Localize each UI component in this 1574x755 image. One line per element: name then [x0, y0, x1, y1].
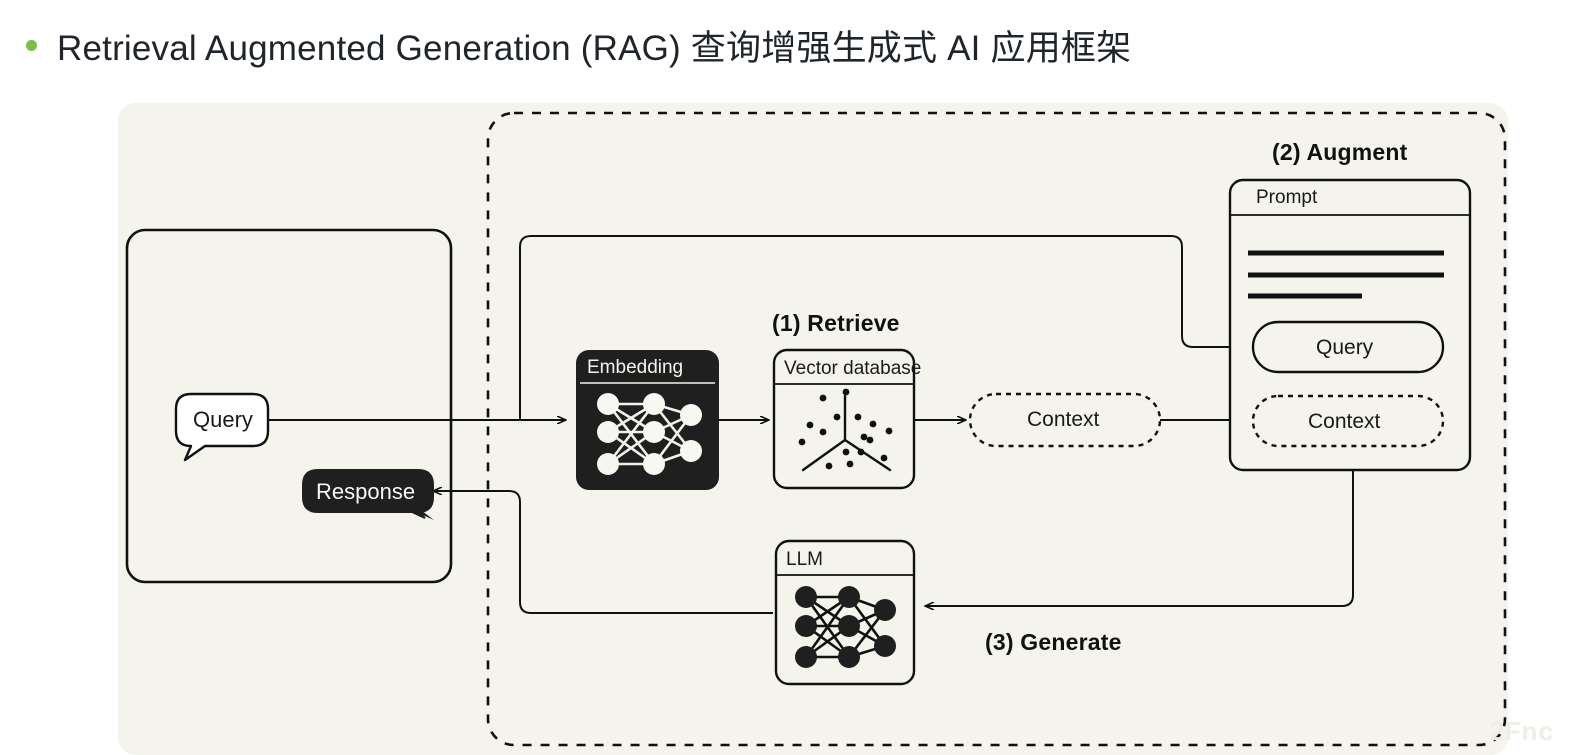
connector-llm-to-response	[433, 491, 773, 614]
step-label-generate: (3) Generate	[985, 629, 1122, 655]
connector-prompt-to-llm	[925, 470, 1354, 606]
query-bubble-label: Query	[193, 407, 253, 432]
watermark: 2Fnc	[1489, 716, 1554, 746]
step-label-retrieve: (1) Retrieve	[772, 310, 900, 336]
prompt-query-slot-label: Query	[1316, 336, 1374, 359]
prompt-context-slot-label: Context	[1308, 410, 1381, 433]
response-bubble-label: Response	[316, 479, 416, 504]
llm-block-title: LLM	[786, 549, 823, 570]
vector-database-block-title: Vector database	[784, 358, 922, 379]
step-label-augment: (2) Augment	[1272, 139, 1408, 165]
context-node-label: Context	[1027, 408, 1100, 431]
embedding-block-title: Embedding	[587, 357, 684, 378]
prompt-panel-title: Prompt	[1256, 187, 1318, 208]
